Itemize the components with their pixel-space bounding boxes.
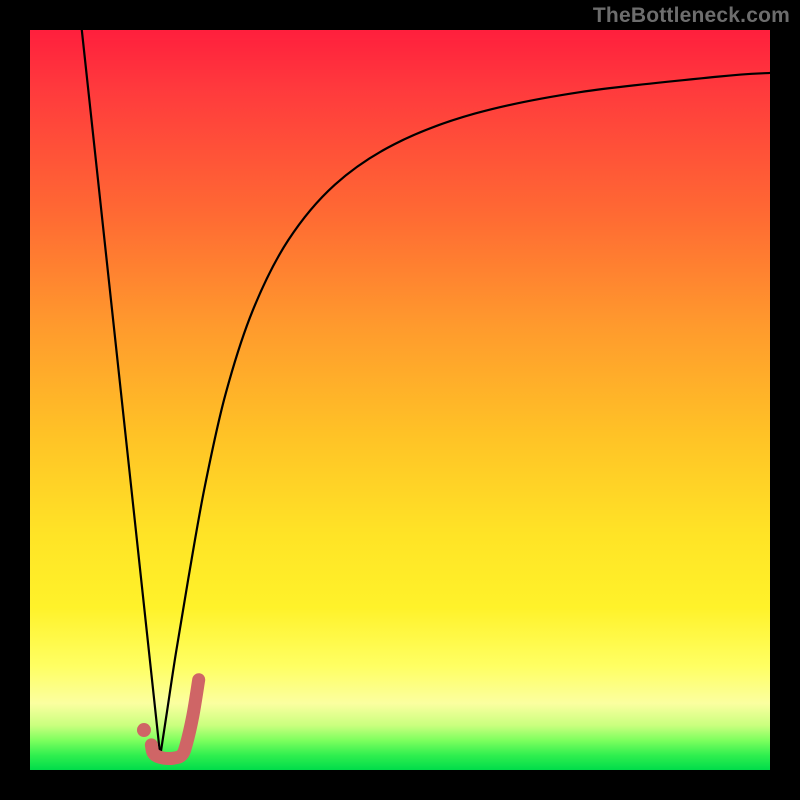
- j-marker-dot: [137, 723, 151, 737]
- j-marker-hook: [151, 680, 198, 759]
- watermark-text: TheBottleneck.com: [593, 4, 790, 28]
- curve-left-segment: [82, 30, 160, 756]
- chart-frame: TheBottleneck.com: [0, 0, 800, 800]
- chart-overlay-svg: [30, 30, 770, 770]
- curve-right-segment: [160, 73, 770, 756]
- plot-area: [30, 30, 770, 770]
